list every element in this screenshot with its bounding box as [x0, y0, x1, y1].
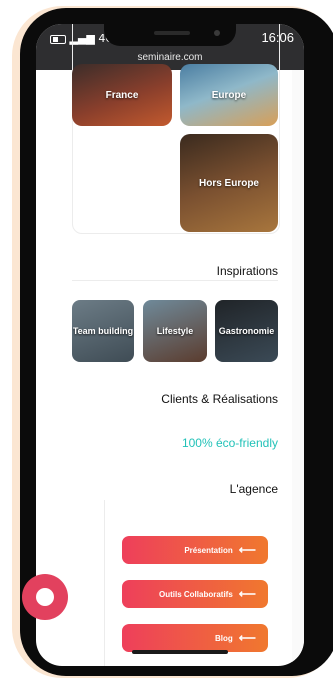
inspiration-tile-team-building[interactable]: Team building: [72, 300, 134, 362]
destination-tile-hors-europe[interactable]: Hors Europe: [180, 134, 278, 232]
presentation-button[interactable]: Présentation ⟵: [122, 536, 268, 564]
destination-label: Europe: [211, 89, 247, 101]
inspiration-tile-gastronomie[interactable]: Gastronomie: [215, 300, 278, 362]
phone-screen: ▂▄▆ 4G 16:06 seminaire.com France Europe…: [36, 24, 304, 666]
destination-label: Hors Europe: [198, 177, 259, 189]
inspiration-label: Team building: [72, 325, 134, 336]
arrow-left-icon: ⟵: [238, 631, 256, 645]
inspiration-label: Lifestyle: [156, 325, 194, 336]
inspirations-heading: Inspirations: [216, 264, 278, 278]
blog-button[interactable]: Blog ⟵: [122, 624, 268, 652]
button-label: Blog: [215, 633, 233, 643]
arrow-left-icon: ⟵: [238, 587, 256, 601]
arrow-left-icon: ⟵: [238, 543, 256, 557]
destination-tile-europe[interactable]: Europe: [180, 64, 278, 126]
eco-friendly-link[interactable]: 100% éco-friendly: [36, 436, 278, 450]
destination-label: France: [105, 89, 139, 101]
battery-icon: [50, 34, 66, 44]
button-label: Outils Collaboratifs: [159, 589, 233, 599]
chat-bubble-icon: [36, 588, 54, 606]
home-indicator[interactable]: [132, 650, 228, 654]
inspiration-tile-lifestyle[interactable]: Lifestyle: [143, 300, 207, 362]
chat-button[interactable]: [22, 574, 68, 620]
button-label: Présentation: [184, 545, 233, 555]
clients-heading[interactable]: Clients & Réalisations: [36, 392, 278, 406]
page-side-strip: [292, 70, 304, 666]
agence-heading: L'agence: [229, 482, 278, 496]
destination-tile-france[interactable]: France: [72, 64, 172, 126]
divider: [72, 280, 278, 281]
outils-collaboratifs-button[interactable]: Outils Collaboratifs ⟵: [122, 580, 268, 608]
inspiration-label: Gastronomie: [218, 325, 275, 336]
